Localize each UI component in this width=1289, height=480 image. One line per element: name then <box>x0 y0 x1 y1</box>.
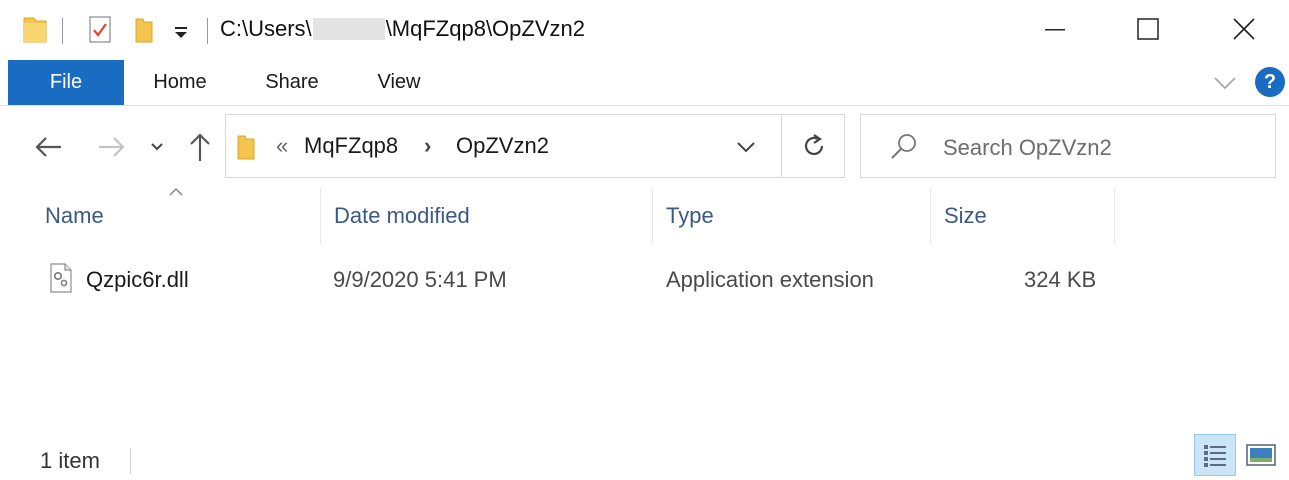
arrow-left-icon <box>35 137 61 157</box>
forward-button[interactable] <box>92 130 132 164</box>
column-header-name[interactable]: Name <box>45 188 315 244</box>
chevron-down-icon <box>151 143 163 151</box>
chevron-down-icon <box>1214 77 1236 90</box>
redacted-username <box>312 18 385 40</box>
dll-file-icon <box>48 262 74 299</box>
folder-icon <box>236 133 256 166</box>
column-header-date-modified[interactable]: Date modified <box>334 188 644 244</box>
recent-locations-button[interactable] <box>144 134 170 160</box>
properties-icon[interactable] <box>88 14 112 49</box>
title-separator <box>62 18 63 44</box>
up-button[interactable] <box>184 128 216 166</box>
minimize-icon <box>1045 29 1065 31</box>
search-icon <box>889 131 919 166</box>
maximize-button[interactable] <box>1125 6 1171 52</box>
window-title: C:\Users\ \MqFZqp8\OpZVzn2 <box>220 16 585 42</box>
new-folder-icon[interactable] <box>134 16 154 49</box>
file-size: 324 KB <box>1024 267 1097 292</box>
file-type: Application extension <box>666 267 874 292</box>
address-history-button[interactable] <box>731 135 761 159</box>
file-date-modified: 9/9/2020 5:41 PM <box>333 267 507 292</box>
item-count: 1 item <box>40 448 100 473</box>
column-divider[interactable] <box>652 188 653 244</box>
customize-quick-access-icon[interactable] <box>172 22 190 47</box>
maximize-icon <box>1137 18 1159 40</box>
column-divider[interactable] <box>1114 188 1115 244</box>
search-box[interactable]: Search OpZVzn2 <box>860 114 1276 178</box>
search-placeholder: Search OpZVzn2 <box>943 135 1112 160</box>
column-divider[interactable] <box>320 188 321 244</box>
breadcrumb-mqfzqp8[interactable]: MqFZqp8 <box>304 133 398 159</box>
tab-home[interactable]: Home <box>140 60 220 105</box>
close-icon <box>1233 18 1255 40</box>
breadcrumb-separator[interactable]: › <box>424 133 431 159</box>
expand-ribbon-button[interactable] <box>1210 70 1240 96</box>
column-header-size[interactable]: Size <box>944 188 1109 244</box>
title-path-suffix: \MqFZqp8\OpZVzn2 <box>385 16 585 41</box>
title-separator <box>207 18 208 44</box>
details-view-button[interactable] <box>1194 434 1236 476</box>
ribbon: File Home Share View ? <box>0 60 1289 106</box>
arrow-up-icon <box>190 133 210 161</box>
tab-view[interactable]: View <box>364 60 434 105</box>
breadcrumb-opzvzn2[interactable]: OpZVzn2 <box>456 133 549 159</box>
refresh-button[interactable] <box>781 115 845 177</box>
details-view-icon <box>1204 445 1226 467</box>
status-separator <box>130 448 131 474</box>
column-divider[interactable] <box>930 188 931 244</box>
chevron-down-icon <box>737 142 755 153</box>
back-button[interactable] <box>28 130 68 164</box>
breadcrumb-overflow[interactable]: « <box>276 133 288 159</box>
close-button[interactable] <box>1221 6 1267 52</box>
file-name[interactable]: Qzpic6r.dll <box>86 267 189 293</box>
large-icons-view-button[interactable] <box>1240 434 1282 476</box>
column-header-type[interactable]: Type <box>666 188 926 244</box>
title-path-prefix: C:\Users\ <box>220 16 312 41</box>
tab-file[interactable]: File <box>8 60 124 105</box>
tab-share[interactable]: Share <box>254 60 330 105</box>
folder-icon <box>22 14 48 49</box>
arrow-right-icon <box>99 137 125 157</box>
minimize-button[interactable] <box>1032 6 1078 52</box>
title-bar: C:\Users\ \MqFZqp8\OpZVzn2 <box>0 0 1289 60</box>
address-bar[interactable]: « MqFZqp8 › OpZVzn2 <box>225 114 845 178</box>
refresh-icon <box>804 134 823 155</box>
large-icons-view-icon <box>1246 444 1276 466</box>
help-button[interactable]: ? <box>1255 67 1285 97</box>
file-row[interactable]: Qzpic6r.dll 9/9/2020 5:41 PM Application… <box>40 256 1120 304</box>
